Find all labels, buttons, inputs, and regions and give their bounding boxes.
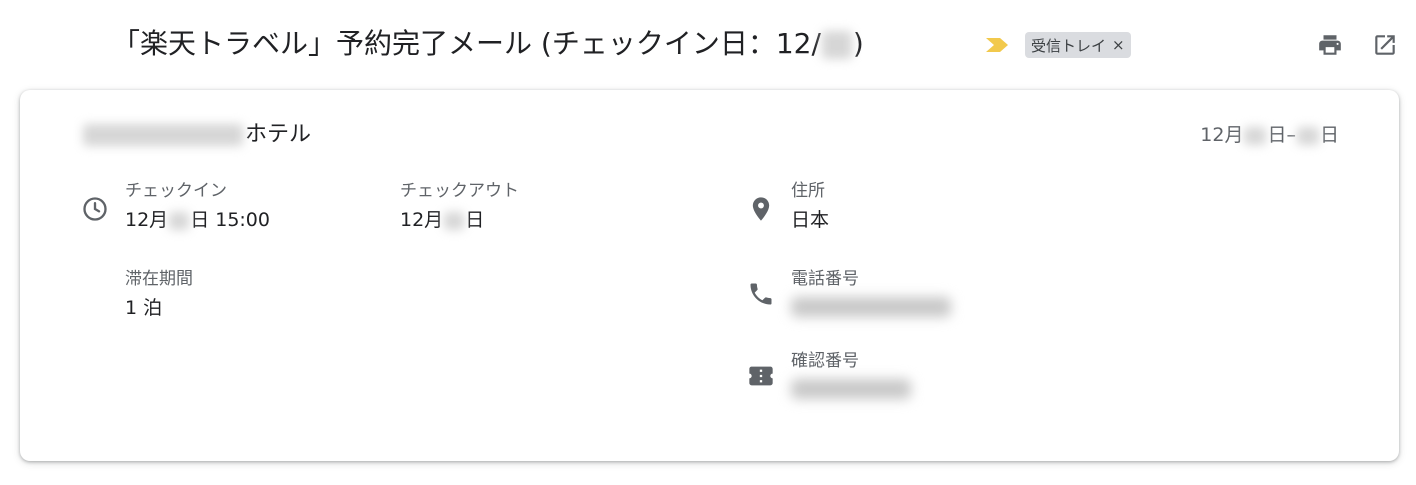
date-range-day-unit: 日 <box>1267 124 1287 146</box>
redacted-end-day <box>1296 126 1319 145</box>
redacted-hotel-name <box>83 124 243 146</box>
stay-length-value: 1 泊 <box>125 297 163 319</box>
label-chip-inbox: 受信トレイ × <box>1025 32 1131 58</box>
print-icon[interactable] <box>1317 32 1343 58</box>
checkin-month: 12月 <box>125 209 169 231</box>
address-value: 日本 <box>791 209 830 231</box>
subject-text: 「楽天トラベル」予約完了メール (チェックイン日：12/ <box>112 27 821 60</box>
redacted-phone-number <box>791 297 951 317</box>
email-header: 「楽天トラベル」予約完了メール (チェックイン日：12/) 受信トレイ × <box>0 0 1416 90</box>
date-range-end-unit: 日 <box>1319 124 1339 146</box>
location-pin-icon <box>752 197 770 221</box>
checkin-day-time: 日 15:00 <box>190 209 270 231</box>
redacted-start-day <box>1244 126 1267 145</box>
open-in-new-window-icon[interactable] <box>1372 32 1398 58</box>
checkout-day-unit: 日 <box>465 209 485 231</box>
checkout-label: チェックアウト <box>400 181 519 201</box>
address-label: 住所 <box>791 181 825 201</box>
checkout-month: 12月 <box>400 209 444 231</box>
stay-length-label: 滞在期間 <box>125 269 193 289</box>
phone-label: 電話番号 <box>791 269 859 289</box>
stay-date-range: 12月 日– 日 <box>1200 121 1339 149</box>
phone-icon <box>750 283 772 305</box>
date-range-dash: – <box>1286 124 1296 146</box>
redacted-confirmation-number <box>791 379 911 399</box>
importance-chevron-icon[interactable] <box>984 35 1012 55</box>
remove-label-button[interactable]: × <box>1112 36 1125 54</box>
redacted-date <box>821 31 852 59</box>
confirmation-label: 確認番号 <box>791 351 859 371</box>
hotel-name: ホテル <box>82 119 311 151</box>
email-subject: 「楽天トラベル」予約完了メール (チェックイン日：12/) <box>112 24 864 64</box>
date-range-month: 12月 <box>1200 124 1244 146</box>
checkin-value: 12月日 15:00 <box>125 207 270 233</box>
hotel-booking-card: ホテル 12月 日– 日 チェックイン 12月日 15:00 チェックアウト 12月… <box>20 90 1399 461</box>
clock-icon <box>83 197 107 221</box>
ticket-icon <box>749 366 773 386</box>
redacted-checkin-day <box>169 211 190 230</box>
label-chip-text: 受信トレイ <box>1031 36 1107 55</box>
checkin-label: チェックイン <box>125 181 227 201</box>
hotel-name-suffix: ホテル <box>245 122 312 147</box>
checkout-value: 12月日 <box>400 207 484 233</box>
redacted-checkout-day <box>444 211 465 230</box>
subject-text-end: ) <box>852 27 864 60</box>
